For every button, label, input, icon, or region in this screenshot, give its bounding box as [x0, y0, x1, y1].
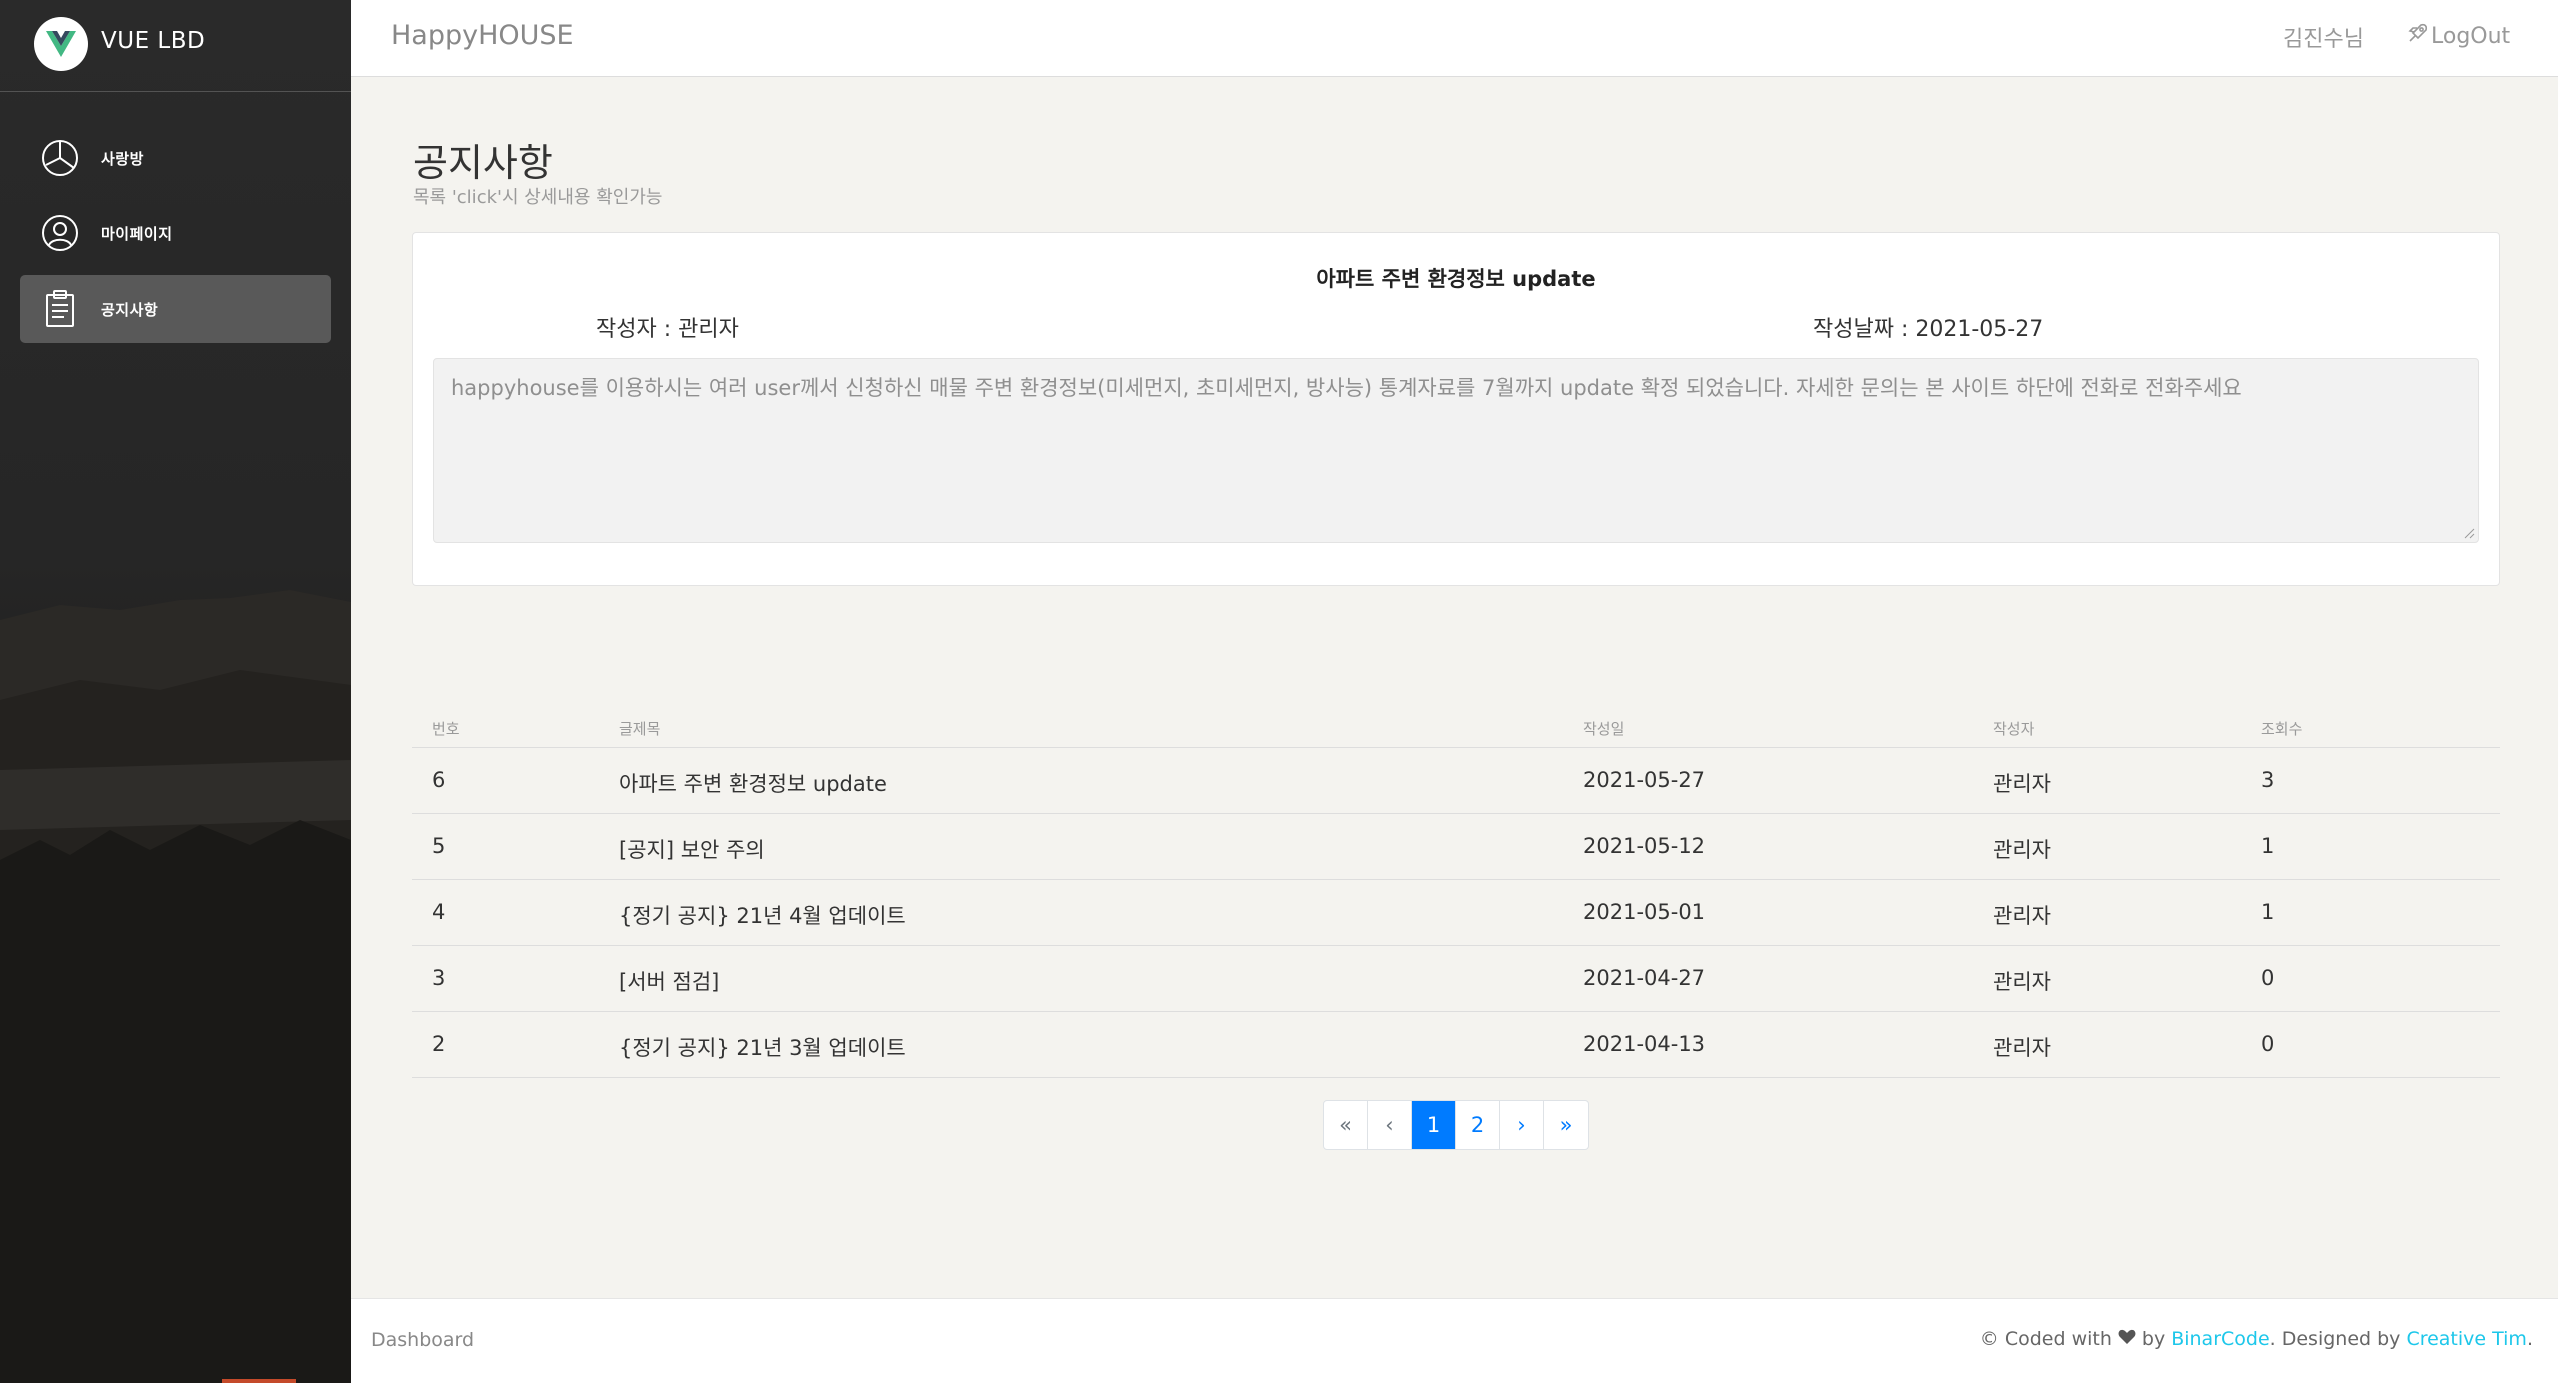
column-header-title: 글제목	[619, 720, 661, 738]
clipboard-icon	[40, 289, 80, 329]
column-header-author: 작성자	[1993, 720, 2035, 738]
notice-table: 번호 글제목 작성일 작성자 조회수 6 아파트 주변 환경정보 update …	[412, 710, 2500, 1078]
first-page-button[interactable]: «	[1324, 1101, 1368, 1149]
table-row[interactable]: 3 [서버 점검] 2021-04-27 관리자 0	[412, 946, 2500, 1012]
page-title: 공지사항	[413, 141, 553, 185]
next-page-button[interactable]: ›	[1500, 1101, 1544, 1149]
table-header: 번호 글제목 작성일 작성자 조회수	[412, 710, 2500, 748]
footer-by: by	[2141, 1328, 2166, 1350]
table-row[interactable]: 5 [공지] 보안 주의 2021-05-12 관리자 1	[412, 814, 2500, 880]
cell-number: 2	[432, 1032, 446, 1056]
pie-chart-icon	[40, 138, 80, 178]
footer: Dashboard © Coded with by BinarCode. Des…	[351, 1298, 2558, 1383]
cell-title: [서버 점검]	[619, 970, 720, 994]
notice-author: 작성자 : 관리자	[596, 317, 739, 342]
cell-views: 3	[2261, 768, 2275, 792]
cell-views: 0	[2261, 1032, 2275, 1056]
sidebar-item-label: 공지사항	[101, 301, 159, 319]
resize-handle-icon[interactable]	[2463, 527, 2475, 539]
cell-title: [공지] 보안 주의	[619, 838, 765, 862]
cell-date: 2021-05-12	[1583, 834, 1706, 858]
vue-logo-icon	[34, 17, 88, 71]
cell-author: 관리자	[1993, 970, 2051, 994]
logout-label: LogOut	[2431, 23, 2511, 49]
sidebar-item-notice[interactable]: 공지사항	[20, 275, 331, 343]
cell-date: 2021-04-13	[1583, 1032, 1706, 1056]
cell-views: 1	[2261, 834, 2275, 858]
page-1-button[interactable]: 1	[1412, 1101, 1456, 1149]
footer-dashboard-link[interactable]: Dashboard	[371, 1329, 474, 1351]
cell-views: 1	[2261, 900, 2275, 924]
cell-title: {정기 공지} 21년 3월 업데이트	[619, 1036, 906, 1060]
cell-author: 관리자	[1993, 838, 2051, 862]
notice-detail-card: 아파트 주변 환경정보 update 작성자 : 관리자 작성날짜 : 2021…	[412, 232, 2500, 586]
cell-author: 관리자	[1993, 904, 2051, 928]
sidebar-item-label: 마이페이지	[101, 225, 173, 243]
page-2-button[interactable]: 2	[1456, 1101, 1500, 1149]
user-name-link[interactable]: 김진수님	[2283, 21, 2364, 53]
sidebar: VUE LBD 사랑방 마이페이지 공지사항	[0, 0, 351, 1383]
cell-number: 5	[432, 834, 446, 858]
sidebar-background-image	[0, 590, 351, 1383]
binarcode-link[interactable]: BinarCode	[2171, 1328, 2269, 1350]
rocket-icon	[2407, 22, 2429, 50]
top-navbar: HappyHOUSE 김진수님 LogOut	[351, 0, 2558, 77]
sidebar-item-label: 사랑방	[101, 150, 144, 168]
brand-name: VUE LBD	[101, 28, 206, 54]
column-header-number: 번호	[432, 720, 460, 738]
prev-page-button[interactable]: ‹	[1368, 1101, 1412, 1149]
notice-content-text: happyhouse를 이용하시는 여러 user께서 신청하신 매물 주변 환…	[451, 376, 2242, 400]
cell-title: 아파트 주변 환경정보 update	[619, 772, 887, 796]
footer-copy: © Coded with	[1979, 1328, 2112, 1350]
cell-date: 2021-05-01	[1583, 900, 1706, 924]
heart-icon	[2118, 1328, 2136, 1350]
notice-title: 아파트 주변 환경정보 update	[1316, 267, 1596, 291]
table-row[interactable]: 2 {정기 공지} 21년 3월 업데이트 2021-04-13 관리자 0	[412, 1012, 2500, 1078]
column-header-date: 작성일	[1583, 720, 1625, 738]
sidebar-accent-bar	[222, 1379, 296, 1383]
cell-title: {정기 공지} 21년 4월 업데이트	[619, 904, 906, 928]
cell-date: 2021-05-27	[1583, 768, 1706, 792]
pagination: « ‹ 1 2 › »	[1323, 1100, 1589, 1150]
footer-credits: © Coded with by BinarCode. Designed by C…	[1980, 1328, 2533, 1350]
page-subtitle: 목록 'click'시 상세내용 확인가능	[413, 187, 663, 208]
user-circle-icon	[40, 213, 80, 253]
cell-number: 4	[432, 900, 446, 924]
sidebar-brand[interactable]: VUE LBD	[0, 0, 351, 92]
last-page-button[interactable]: »	[1544, 1101, 1588, 1149]
table-row[interactable]: 4 {정기 공지} 21년 4월 업데이트 2021-05-01 관리자 1	[412, 880, 2500, 946]
cell-author: 관리자	[1993, 1036, 2051, 1060]
notice-content-textarea[interactable]: happyhouse를 이용하시는 여러 user께서 신청하신 매물 주변 환…	[433, 358, 2479, 543]
cell-views: 0	[2261, 966, 2275, 990]
cell-date: 2021-04-27	[1583, 966, 1706, 990]
footer-end: .	[2526, 1328, 2533, 1350]
cell-number: 6	[432, 768, 446, 792]
column-header-views: 조회수	[2261, 720, 2303, 738]
table-row[interactable]: 6 아파트 주변 환경정보 update 2021-05-27 관리자 3	[412, 748, 2500, 814]
sidebar-item-mypage[interactable]: 마이페이지	[20, 199, 331, 267]
sidebar-item-sarangbang[interactable]: 사랑방	[20, 124, 331, 192]
notice-date: 작성날짜 : 2021-05-27	[1813, 317, 2044, 342]
footer-designed: . Designed by	[2269, 1328, 2401, 1350]
navbar-title[interactable]: HappyHOUSE	[391, 20, 574, 51]
creative-tim-link[interactable]: Creative Tim	[2406, 1328, 2527, 1350]
logout-link[interactable]: LogOut	[2407, 22, 2510, 50]
cell-author: 관리자	[1993, 772, 2051, 796]
cell-number: 3	[432, 966, 446, 990]
